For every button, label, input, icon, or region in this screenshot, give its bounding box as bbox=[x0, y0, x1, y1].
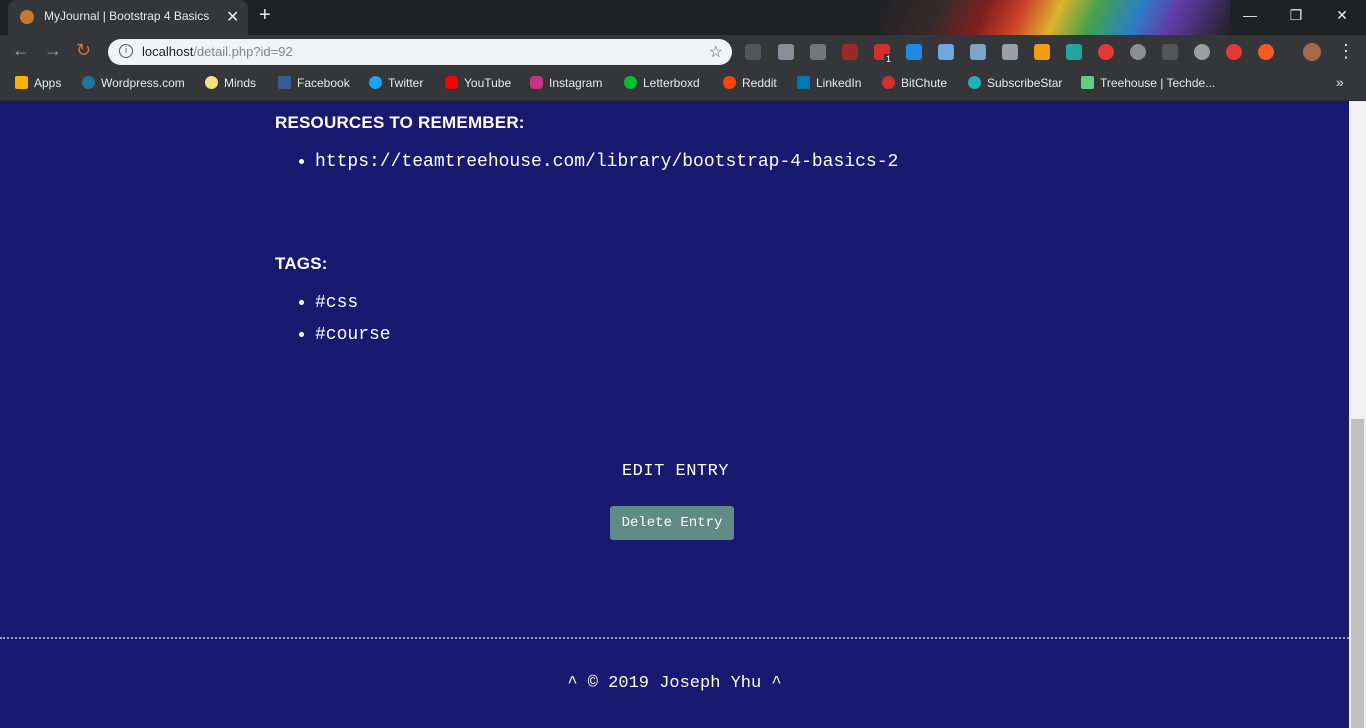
tab-close-icon[interactable]: ✕ bbox=[226, 7, 239, 27]
resource-item[interactable]: https://teamtreehouse.com/library/bootst… bbox=[315, 152, 898, 184]
stop-hand-extension-icon[interactable] bbox=[1098, 44, 1114, 60]
twitter-icon bbox=[369, 76, 382, 89]
browser-theme-art bbox=[880, 0, 1230, 35]
restore-window-button[interactable]: ❐ bbox=[1286, 7, 1306, 24]
site-favicon-icon bbox=[20, 10, 34, 24]
letterboxd-icon bbox=[624, 76, 637, 89]
close-window-button[interactable]: ✕ bbox=[1332, 7, 1352, 24]
tags-heading: TAGS: bbox=[275, 254, 328, 273]
resources-list: https://teamtreehouse.com/library/bootst… bbox=[295, 152, 898, 184]
shield-extension-icon[interactable] bbox=[778, 44, 794, 60]
edit-entry-link[interactable]: EDIT ENTRY bbox=[622, 462, 729, 481]
css-extension-icon[interactable] bbox=[810, 44, 826, 60]
browser-tab-strip: MyJournal | Bootstrap 4 Basics ✕ + — ❐ ✕ bbox=[0, 0, 1366, 35]
bookmark-wordpress[interactable]: Wordpress.com bbox=[82, 76, 185, 90]
bitchute-icon bbox=[882, 76, 895, 89]
glasses-extension-icon[interactable] bbox=[1162, 44, 1178, 60]
bookmark-bitchute[interactable]: BitChute bbox=[882, 76, 947, 90]
tag-item[interactable]: #course bbox=[315, 325, 391, 357]
tag-item[interactable]: #css bbox=[315, 293, 391, 325]
bookmark-linkedin[interactable]: LinkedIn bbox=[797, 76, 861, 90]
s-green-extension-icon[interactable] bbox=[1066, 44, 1082, 60]
back-arrow-icon[interactable]: ← bbox=[12, 40, 30, 61]
reddit-icon bbox=[723, 76, 736, 89]
delete-entry-button[interactable]: Delete Entry bbox=[610, 506, 734, 540]
footer-copyright: ^ © 2019 Joseph Yhu ^ bbox=[567, 674, 782, 693]
bookmark-facebook[interactable]: Facebook bbox=[278, 76, 350, 90]
site-info-icon[interactable]: i bbox=[119, 44, 133, 58]
bookmark-letterboxd[interactable]: Letterboxd bbox=[624, 76, 700, 90]
bookmark-treehouse[interactable]: Treehouse | Techde... bbox=[1081, 76, 1215, 90]
bookmark-instagram[interactable]: Instagram bbox=[530, 76, 602, 90]
facebook-icon bbox=[278, 76, 291, 89]
treehouse-icon bbox=[1081, 76, 1094, 89]
pdf-extension-icon[interactable] bbox=[842, 44, 858, 60]
address-bar[interactable]: i localhost/detail.php?id=92 ☆ bbox=[108, 39, 732, 65]
journal-entry-page: RESOURCES TO REMEMBER: https://teamtreeh… bbox=[0, 101, 1349, 728]
apps-grid-icon bbox=[15, 76, 28, 89]
linkedin-icon bbox=[797, 76, 810, 89]
bubble-extension-icon[interactable] bbox=[1194, 44, 1210, 60]
subscribestar-icon bbox=[968, 76, 981, 89]
forward-arrow-icon[interactable]: → bbox=[44, 40, 62, 61]
tags-list: #css #course bbox=[295, 293, 391, 357]
wordpress-icon bbox=[82, 76, 95, 89]
m-extension-icon[interactable] bbox=[1130, 44, 1146, 60]
more-bookmarks-chevron-icon[interactable]: » bbox=[1336, 74, 1344, 90]
bookmark-minds[interactable]: Minds bbox=[205, 76, 256, 90]
lightbulb-icon bbox=[205, 76, 218, 89]
browser-menu-icon[interactable]: ⋮ bbox=[1337, 41, 1355, 62]
red-extension-icon[interactable] bbox=[1226, 44, 1242, 60]
window-extension-icon[interactable] bbox=[938, 44, 954, 60]
fox-extension-icon[interactable] bbox=[1034, 44, 1050, 60]
resources-heading: RESOURCES TO REMEMBER: bbox=[275, 113, 525, 132]
browser-tab-active[interactable]: MyJournal | Bootstrap 4 Basics ✕ bbox=[8, 0, 248, 35]
browser-toolbar: ← → ↻ i localhost/detail.php?id=92 ☆ 1 ⋮ bbox=[0, 35, 1366, 69]
instagram-icon bbox=[530, 76, 543, 89]
bookmark-twitter[interactable]: Twitter bbox=[369, 76, 423, 90]
infinity-extension-icon[interactable] bbox=[1258, 44, 1274, 60]
scrollbar-thumb[interactable] bbox=[1351, 419, 1364, 728]
bookmark-subscribestar[interactable]: SubscribeStar bbox=[968, 76, 1062, 90]
bookmarks-bar: Apps Wordpress.com Minds Facebook Twitte… bbox=[0, 69, 1366, 101]
bookmark-youtube[interactable]: YouTube bbox=[445, 76, 511, 90]
new-tab-button[interactable]: + bbox=[259, 4, 271, 27]
extension-badge: 1 bbox=[884, 54, 894, 64]
wrench-extension-icon[interactable] bbox=[1002, 44, 1018, 60]
page-scrollbar[interactable] bbox=[1349, 101, 1366, 728]
bookmark-reddit[interactable]: Reddit bbox=[723, 76, 777, 90]
tab-title: MyJournal | Bootstrap 4 Basics bbox=[44, 9, 210, 23]
extension-1-icon[interactable] bbox=[745, 44, 761, 60]
youtube-icon bbox=[445, 76, 458, 89]
image-extension-icon[interactable] bbox=[970, 44, 986, 60]
minimize-window-button[interactable]: — bbox=[1240, 7, 1260, 23]
footer-divider bbox=[0, 637, 1349, 639]
address-url[interactable]: localhost/detail.php?id=92 bbox=[142, 44, 293, 59]
edit-entry-container: EDIT ENTRY bbox=[0, 462, 1349, 481]
s-extension-icon[interactable] bbox=[906, 44, 922, 60]
bookmark-apps[interactable]: Apps bbox=[15, 76, 61, 90]
profile-avatar[interactable] bbox=[1303, 43, 1321, 61]
bookmark-star-icon[interactable]: ☆ bbox=[709, 42, 723, 62]
reload-icon[interactable]: ↻ bbox=[76, 40, 91, 61]
